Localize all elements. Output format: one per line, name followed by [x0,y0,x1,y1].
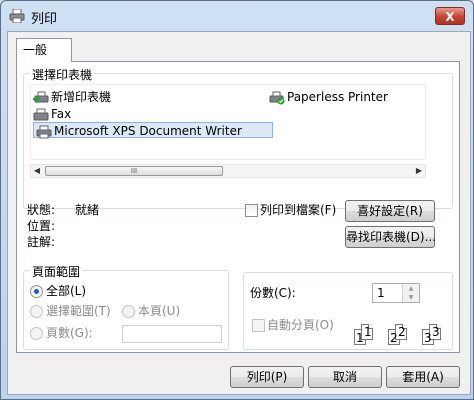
print-button[interactable]: 列印(P) [230,366,304,388]
collate-page-number: 3 [432,325,440,339]
cancel-button[interactable]: 取消 [308,366,382,388]
scroll-thumb-grip: III [130,167,138,175]
dialog-body: 一般 選擇印表機 新增印表機 Paperless Printer Fax Mic… [7,31,471,395]
title-bar: 列印 X [1,1,473,31]
printer-icon [36,125,52,138]
preferences-button[interactable]: 喜好設定(R) [345,200,435,222]
collate-page-number: 3 [424,331,432,345]
printer-name: 新增印表機 [51,90,112,104]
fax-icon [33,108,49,120]
tab-panel-general: 選擇印表機 新增印表機 Paperless Printer Fax Micros… [16,61,460,353]
collate-page-number: 1 [364,325,372,339]
copies-spin-buttons[interactable]: ▲ ▼ [402,284,419,302]
printer-item-xps[interactable]: Microsoft XPS Document Writer [33,122,273,138]
print-to-file-checkbox[interactable] [245,204,258,217]
printer-name: Microsoft XPS Document Writer [54,124,242,138]
printer-name: Paperless Printer [287,90,388,104]
printer-item-add[interactable]: 新增印表機 [33,89,111,105]
printer-list-scrollbar[interactable]: ◀ III ▶ [30,164,426,178]
window-title: 列印 [31,12,58,27]
status-label: 狀態: [27,203,56,217]
close-button[interactable]: X [435,7,465,25]
page-range-current-label[interactable]: 本頁(U) [138,303,180,319]
printer-item-paperless[interactable]: Paperless Printer [269,89,388,105]
status-value: 就緒 [75,203,100,217]
tab-general[interactable]: 一般 [16,38,72,62]
comment-label: 註解: [27,235,56,249]
printer-item-fax[interactable]: Fax [33,106,71,122]
spin-down-icon[interactable]: ▼ [403,293,419,302]
page-range-selection-label[interactable]: 選擇範圍(T) [46,303,111,319]
location-label: 位置: [27,219,56,233]
add-printer-icon [33,91,49,103]
page-range-current-radio[interactable] [122,305,135,318]
copies-group: 份數(C): 1 ▲ ▼ 自動分頁(O) 1 1 2 2 3 3 [243,272,453,350]
page-range-all-label[interactable]: 全部(L) [46,283,86,299]
copies-label: 份數(C): [250,286,296,300]
copies-spinner[interactable]: 1 ▲ ▼ [372,283,420,303]
printer-icon [9,9,25,23]
select-printer-legend: 選擇印表機 [30,66,95,83]
spin-up-icon[interactable]: ▲ [403,284,419,293]
copies-value: 1 [377,286,385,300]
print-dialog: 列印 X 一般 選擇印表機 新增印表機 Paperless Printer Fa… [0,0,474,400]
page-range-all-radio[interactable] [30,285,43,298]
printer-list[interactable]: 新增印表機 Paperless Printer Fax Microsoft XP… [30,84,426,160]
print-to-file-label[interactable]: 列印到檔案(F) [260,202,336,218]
collate-checkbox[interactable] [252,319,265,332]
scroll-thumb[interactable]: III [45,166,223,176]
scroll-left-icon[interactable]: ◀ [31,165,43,177]
page-range-pages-input[interactable] [122,325,222,343]
page-range-legend: 頁面範圍 [30,263,83,280]
scroll-right-icon[interactable]: ▶ [413,165,425,177]
collate-page-number: 1 [356,331,364,345]
page-range-selection-radio[interactable] [30,305,43,318]
page-range-group: 頁面範圍 全部(L) 選擇範圍(T) 本頁(U) 頁數(G): [23,263,229,350]
printer-check-icon [269,91,285,104]
select-printer-group: 選擇印表機 新增印表機 Paperless Printer Fax Micros… [23,66,453,209]
collate-label[interactable]: 自動分頁(O) [267,317,334,333]
collate-page-number: 2 [398,325,406,339]
apply-button[interactable]: 套用(A) [386,366,460,388]
page-range-pages-radio[interactable] [30,327,43,340]
page-range-pages-label[interactable]: 頁數(G): [46,325,93,341]
collate-page-number: 2 [390,331,398,345]
find-printer-button[interactable]: 尋找印表機(D)... [345,226,436,248]
printer-name: Fax [51,107,72,121]
